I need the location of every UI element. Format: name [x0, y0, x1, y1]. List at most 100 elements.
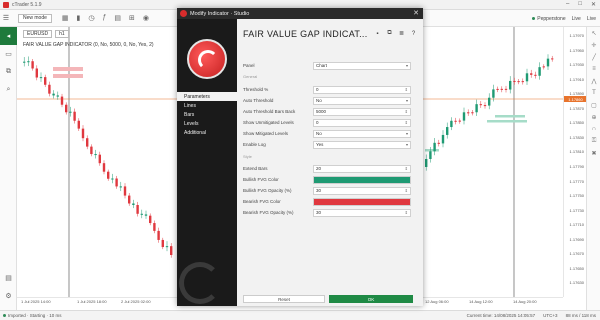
- candle-body: [107, 171, 110, 179]
- grid-icon[interactable]: ⊞: [129, 14, 135, 22]
- bearish-opacity-input[interactable]: 30 ⇕: [313, 208, 411, 217]
- latency: 88 ms / 118 ms: [565, 313, 596, 318]
- candle-body: [73, 111, 76, 121]
- threshold-input[interactable]: 0 ⇕: [313, 85, 411, 94]
- symbol-bar: EURUSD h1: [23, 29, 69, 38]
- candle-body: [119, 186, 122, 188]
- zoom-icon[interactable]: ⊕: [587, 111, 600, 123]
- broker-name[interactable]: Pepperstone: [532, 16, 566, 22]
- status-left: Imported · Starting · 10 ms: [3, 313, 62, 318]
- indicator-icon[interactable]: ƒ: [103, 14, 107, 22]
- save-icon[interactable]: ▪: [374, 30, 381, 37]
- candle-body: [546, 58, 550, 67]
- bearish-color-swatch[interactable]: [313, 197, 411, 206]
- candle-body: [69, 111, 72, 113]
- candle-body: [56, 95, 59, 97]
- time-tick: 1 Jul 2025 18:00: [77, 299, 107, 304]
- reset-button[interactable]: Reset: [243, 295, 325, 303]
- candle-body: [98, 154, 101, 164]
- panel-select[interactable]: Chart ▾: [313, 61, 411, 70]
- enable-log-select[interactable]: Yes ▾: [313, 140, 411, 149]
- price-tick: 1.17870: [569, 105, 584, 111]
- candle-body: [488, 97, 491, 106]
- auto-threshold-select[interactable]: No ▾: [313, 96, 411, 105]
- price-tick: 1.17830: [569, 134, 584, 140]
- modify-indicator-dialog: Modify Indicator · Studio ✕ Parameters L…: [177, 8, 423, 306]
- time-tick: 12 Aug 06:00: [425, 299, 449, 304]
- close-icon[interactable]: ✕: [413, 9, 419, 17]
- crosshair-icon[interactable]: ✛: [587, 39, 600, 51]
- candle-body: [483, 105, 487, 107]
- trade-icon[interactable]: ◂: [0, 27, 17, 45]
- line-icon[interactable]: ╱: [587, 51, 600, 63]
- minimize-icon[interactable]: –: [566, 1, 569, 8]
- pattern-icon[interactable]: ⋀: [587, 75, 600, 87]
- list-icon[interactable]: ≣: [398, 30, 405, 37]
- screenshot-icon[interactable]: ◉: [143, 14, 149, 22]
- status-bar: Imported · Starting · 10 ms Current time…: [0, 310, 600, 320]
- price-tick: 1.17810: [569, 149, 584, 155]
- tab-additional[interactable]: Additional: [177, 128, 237, 137]
- copy-icon[interactable]: ⧉: [386, 30, 393, 37]
- text-icon[interactable]: T: [587, 87, 600, 99]
- show-mitigated-select[interactable]: No ▾: [313, 129, 411, 138]
- extend-bars-input[interactable]: 20 ⇕: [313, 164, 411, 173]
- chart-icon[interactable]: ▭: [0, 45, 17, 63]
- lock-icon[interactable]: ⚿: [587, 135, 600, 147]
- ctrader-logo-icon: [180, 10, 187, 17]
- candle-body: [153, 223, 156, 231]
- candle-body: [27, 61, 30, 63]
- price-tick: 1.17750: [569, 193, 584, 199]
- candle-body: [509, 80, 512, 90]
- close-window-icon[interactable]: ✕: [591, 1, 596, 8]
- maximize-icon[interactable]: □: [578, 1, 582, 8]
- watchlist-icon[interactable]: ▤: [0, 269, 17, 287]
- indicator-legend[interactable]: FAIR VALUE GAP INDICATOR (0, No, 5000, 0…: [23, 42, 154, 48]
- price-axis[interactable]: 1.17860 1.17970 1.17950 1.17930 1.17910 1.17…: [563, 27, 587, 297]
- candle-body: [44, 77, 47, 85]
- tab-lines[interactable]: Lines: [177, 101, 237, 110]
- dialog-titlebar[interactable]: Modify Indicator · Studio ✕: [177, 8, 423, 19]
- candle-body: [165, 246, 169, 248]
- candle-body: [144, 214, 148, 216]
- candle-body: [31, 61, 34, 69]
- stepper-icon: ⇕: [404, 165, 408, 171]
- section-style: Style: [243, 154, 252, 159]
- timeframe-selector[interactable]: h1: [55, 29, 69, 38]
- timeframe-icon[interactable]: ◷: [88, 14, 94, 22]
- layout-icon[interactable]: ▦: [62, 14, 69, 22]
- chart-type-icon[interactable]: ▮: [77, 14, 81, 22]
- stepper-icon: ⇕: [404, 119, 408, 125]
- candle-body: [23, 61, 26, 63]
- help-icon[interactable]: ?: [410, 30, 417, 37]
- ok-button[interactable]: OK: [329, 295, 413, 303]
- settings-icon[interactable]: ⚙: [0, 287, 17, 305]
- magnet-icon[interactable]: ∩: [587, 123, 600, 135]
- ctrader-app: cTrader 5.1.9 – □ ✕ ☰ New mode ▦ ▮ ◷ ƒ ▤…: [0, 0, 600, 320]
- auto-threshold-bars-input[interactable]: 5000 ⇕: [313, 107, 411, 116]
- tab-levels[interactable]: Levels: [177, 119, 237, 128]
- account-mode-2[interactable]: Live: [587, 16, 596, 22]
- tab-parameters[interactable]: Parameters: [177, 92, 237, 101]
- candles-left: [23, 56, 173, 258]
- show-unmitigated-input[interactable]: 0 ⇕: [313, 118, 411, 127]
- fib-icon[interactable]: ≡: [587, 63, 600, 75]
- template-icon[interactable]: ▤: [114, 14, 121, 22]
- account-mode[interactable]: Live: [572, 16, 581, 22]
- cursor-icon[interactable]: ↖: [587, 27, 600, 39]
- copy-icon[interactable]: ⧉: [0, 63, 17, 81]
- timezone-selector[interactable]: UTC+3: [543, 313, 557, 318]
- menu-icon[interactable]: ☰: [0, 14, 12, 22]
- symbol-selector[interactable]: EURUSD: [23, 29, 53, 38]
- trash-icon[interactable]: ✖: [587, 147, 600, 159]
- tab-bars[interactable]: Bars: [177, 110, 237, 119]
- candle-body: [551, 58, 554, 60]
- bullish-color-swatch[interactable]: [313, 175, 411, 184]
- candle-body: [39, 77, 43, 79]
- new-mode-button[interactable]: New mode: [18, 13, 52, 23]
- bullish-opacity-input[interactable]: 30 ⇕: [313, 186, 411, 195]
- stepper-icon: ⇕: [404, 86, 408, 92]
- shape-icon[interactable]: ▢: [587, 99, 600, 111]
- candle-body: [90, 146, 93, 155]
- analyze-icon[interactable]: ⌕: [0, 81, 17, 99]
